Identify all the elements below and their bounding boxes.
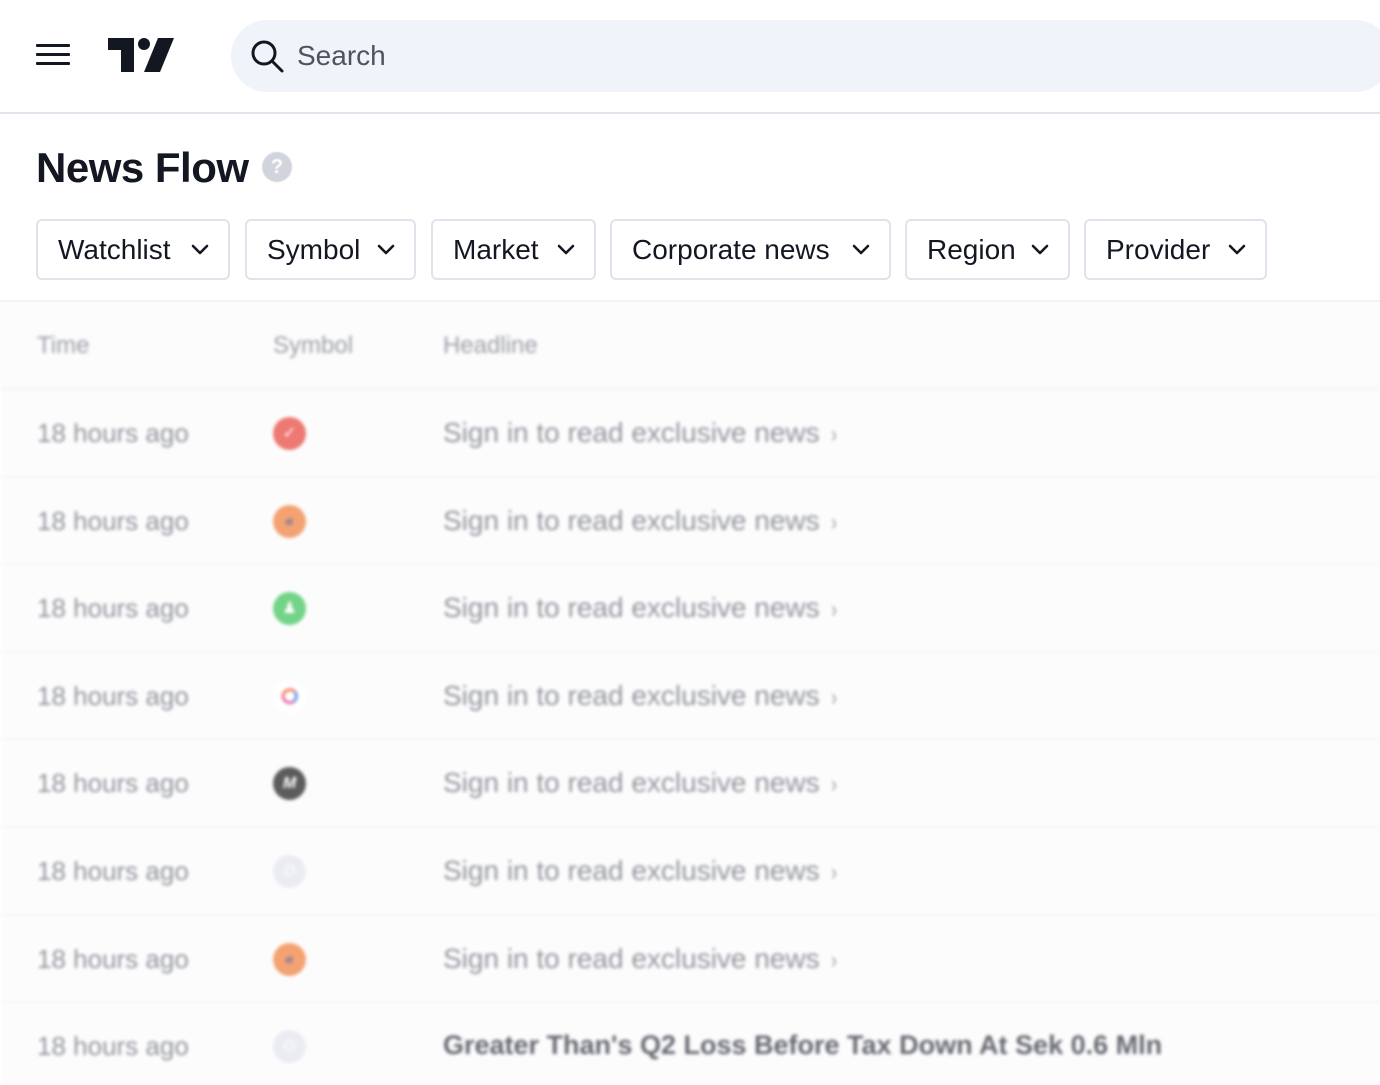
filter-label: Region bbox=[927, 234, 1016, 265]
table-header: Time Symbol Headline bbox=[0, 302, 1380, 390]
search-input[interactable] bbox=[297, 20, 1297, 92]
symbol-logo-icon[interactable]: M bbox=[273, 767, 306, 801]
row-time: 18 hours ago bbox=[37, 418, 189, 448]
column-header-symbol[interactable]: Symbol bbox=[273, 332, 353, 360]
symbol-logo-icon[interactable]: ♟ bbox=[273, 592, 306, 626]
filter-provider[interactable]: Provider bbox=[1084, 219, 1267, 280]
table-row[interactable]: 18 hours ago ♟ Sign in to read exclusive… bbox=[0, 565, 1380, 653]
filter-label: Symbol bbox=[267, 234, 361, 265]
chevron-right-icon: › bbox=[830, 946, 837, 974]
chevron-right-icon: › bbox=[830, 421, 837, 448]
top-bar bbox=[0, 0, 1380, 114]
filter-region[interactable]: Region bbox=[905, 219, 1070, 280]
table-row[interactable]: 18 hours ago M Sign in to read exclusive… bbox=[0, 740, 1380, 828]
headline-text: Sign in to read exclusive news bbox=[443, 592, 820, 624]
row-headline[interactable]: Greater Than's Q2 Loss Before Tax Down A… bbox=[443, 1030, 1162, 1061]
row-time: 18 hours ago bbox=[37, 505, 189, 536]
table-row[interactable]: 18 hours ago « Sign in to read exclusive… bbox=[0, 477, 1380, 566]
row-time: 18 hours ago bbox=[37, 593, 189, 624]
chevron-down-icon bbox=[191, 244, 209, 255]
news-table: Time Symbol Headline 18 hours ago ✓ Sign… bbox=[0, 300, 1380, 1085]
filter-corporate-news[interactable]: Corporate news bbox=[610, 219, 891, 280]
filter-watchlist[interactable]: Watchlist bbox=[36, 219, 230, 280]
chevron-right-icon: › bbox=[830, 859, 837, 886]
filter-market[interactable]: Market bbox=[431, 219, 596, 280]
headline-text: Sign in to read exclusive news bbox=[443, 855, 820, 886]
table-row[interactable]: 18 hours ago Sign in to read exclusive n… bbox=[0, 652, 1380, 741]
table-row[interactable]: 18 hours ago « Sign in to read exclusive… bbox=[0, 915, 1380, 1004]
filter-label: Provider bbox=[1106, 234, 1211, 265]
symbol-logo-icon[interactable]: G bbox=[273, 1030, 306, 1064]
row-headline[interactable]: Sign in to read exclusive news › bbox=[443, 943, 838, 975]
symbol-logo-icon[interactable]: « bbox=[273, 504, 306, 538]
row-time: 18 hours ago bbox=[37, 1031, 189, 1062]
row-headline[interactable]: Sign in to read exclusive news › bbox=[443, 767, 838, 799]
headline-text: Sign in to read exclusive news bbox=[443, 767, 820, 799]
headline-text: Sign in to read exclusive news bbox=[443, 417, 820, 448]
chevron-down-icon bbox=[1031, 244, 1049, 255]
tradingview-logo[interactable] bbox=[108, 38, 174, 72]
search-icon bbox=[251, 40, 284, 73]
filter-label: Market bbox=[453, 234, 539, 265]
chevron-down-icon bbox=[377, 244, 395, 255]
row-time: 18 hours ago bbox=[37, 856, 189, 886]
row-time: 18 hours ago bbox=[37, 768, 189, 799]
help-icon[interactable]: ? bbox=[262, 152, 292, 182]
chevron-down-icon bbox=[557, 244, 575, 255]
column-header-headline[interactable]: Headline bbox=[443, 332, 538, 360]
table-row[interactable]: 18 hours ago G Greater Than's Q2 Loss Be… bbox=[0, 1003, 1380, 1085]
row-time: 18 hours ago bbox=[37, 943, 189, 974]
chevron-down-icon bbox=[1228, 244, 1246, 255]
chevron-right-icon: › bbox=[830, 596, 837, 624]
row-headline[interactable]: Sign in to read exclusive news › bbox=[443, 680, 838, 712]
row-headline[interactable]: Sign in to read exclusive news › bbox=[443, 417, 838, 449]
headline-text: Sign in to read exclusive news bbox=[443, 504, 820, 536]
row-time: 18 hours ago bbox=[37, 680, 189, 711]
filter-symbol[interactable]: Symbol bbox=[245, 219, 416, 280]
search-bar[interactable] bbox=[231, 20, 1380, 92]
row-headline[interactable]: Sign in to read exclusive news › bbox=[443, 592, 838, 624]
table-row[interactable]: 18 hours ago D Sign in to read exclusive… bbox=[0, 828, 1380, 916]
headline-text: Sign in to read exclusive news bbox=[443, 679, 820, 711]
multicolor-ring-logo-icon[interactable] bbox=[273, 679, 306, 713]
chevron-down-icon bbox=[852, 244, 870, 255]
chevron-right-icon: › bbox=[830, 508, 837, 536]
hamburger-icon[interactable] bbox=[36, 44, 70, 68]
filter-label: Watchlist bbox=[58, 234, 171, 265]
headline-text: Sign in to read exclusive news bbox=[443, 942, 820, 974]
page-title: News Flow bbox=[36, 144, 249, 191]
table-row[interactable]: 18 hours ago ✓ Sign in to read exclusive… bbox=[0, 390, 1380, 478]
symbol-logo-icon[interactable]: « bbox=[273, 942, 306, 976]
row-headline[interactable]: Sign in to read exclusive news › bbox=[443, 505, 838, 537]
filter-label: Corporate news bbox=[632, 234, 830, 265]
row-headline[interactable]: Sign in to read exclusive news › bbox=[443, 855, 838, 887]
chevron-right-icon: › bbox=[830, 683, 837, 711]
column-header-time[interactable]: Time bbox=[37, 332, 89, 360]
chevron-right-icon: › bbox=[830, 771, 837, 799]
symbol-logo-icon[interactable]: D bbox=[273, 855, 306, 888]
symbol-logo-icon[interactable]: ✓ bbox=[273, 417, 306, 450]
